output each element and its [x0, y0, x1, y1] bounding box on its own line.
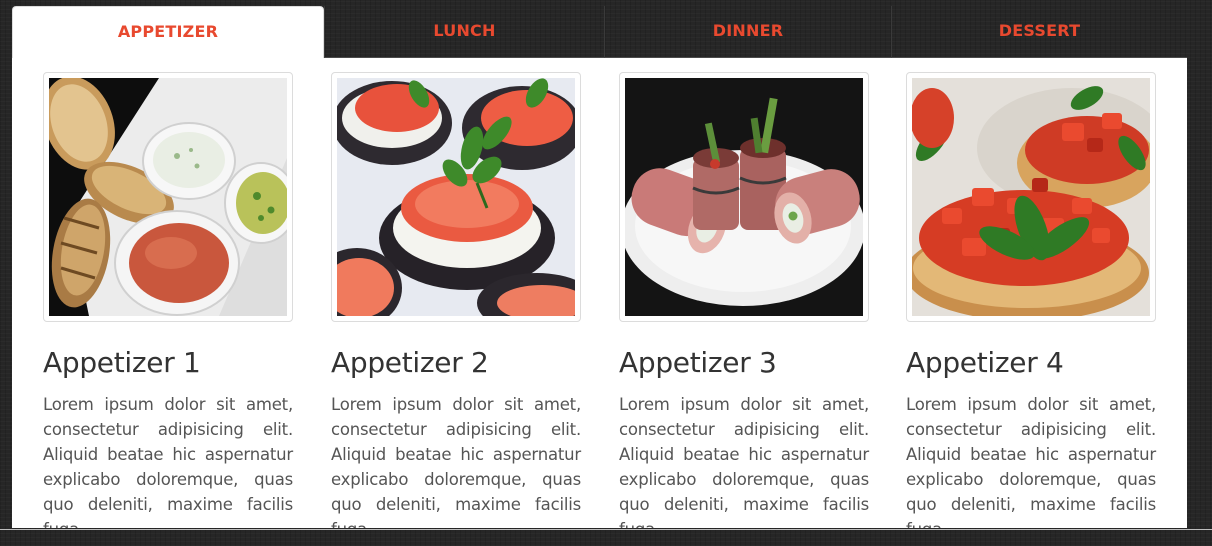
tab-panel-appetizer: Appetizer 1 Lorem ipsum dolor sit amet, … — [12, 58, 1187, 528]
eggplant-tomato-photo — [337, 78, 575, 316]
tab-appetizer[interactable]: APPETIZER — [12, 6, 324, 58]
card-title: Appetizer 3 — [619, 346, 777, 379]
card-description: Lorem ipsum dolor sit amet, consectetur … — [43, 395, 293, 528]
menu-card: Appetizer 2 Lorem ipsum dolor sit amet, … — [331, 72, 581, 528]
card-title: Appetizer 2 — [331, 346, 489, 379]
bruschetta-photo — [912, 78, 1150, 316]
tab-dinner[interactable]: DINNER — [604, 6, 891, 58]
panel-baseline-divider — [0, 529, 1212, 530]
bread-and-dips-photo — [49, 78, 287, 316]
menu-card: Appetizer 3 Lorem ipsum dolor sit amet, … — [619, 72, 869, 528]
card-image-frame — [906, 72, 1156, 322]
menu-card: Appetizer 1 Lorem ipsum dolor sit amet, … — [43, 72, 293, 528]
ham-rolls-photo — [625, 78, 863, 316]
card-title: Appetizer 1 — [43, 346, 201, 379]
tab-dessert[interactable]: DESSERT — [891, 6, 1187, 58]
card-image-frame — [619, 72, 869, 322]
tab-lunch[interactable]: LUNCH — [324, 6, 604, 58]
card-description: Lorem ipsum dolor sit amet, consectetur … — [331, 395, 581, 528]
card-image-frame — [331, 72, 581, 322]
card-description: Lorem ipsum dolor sit amet, consectetur … — [906, 395, 1156, 528]
card-image-frame — [43, 72, 293, 322]
card-title: Appetizer 4 — [906, 346, 1064, 379]
menu-card: Appetizer 4 Lorem ipsum dolor sit amet, … — [906, 72, 1156, 528]
menu-tabs: APPETIZER LUNCH DINNER DESSERT — [12, 6, 1187, 58]
card-description: Lorem ipsum dolor sit amet, consectetur … — [619, 395, 869, 528]
